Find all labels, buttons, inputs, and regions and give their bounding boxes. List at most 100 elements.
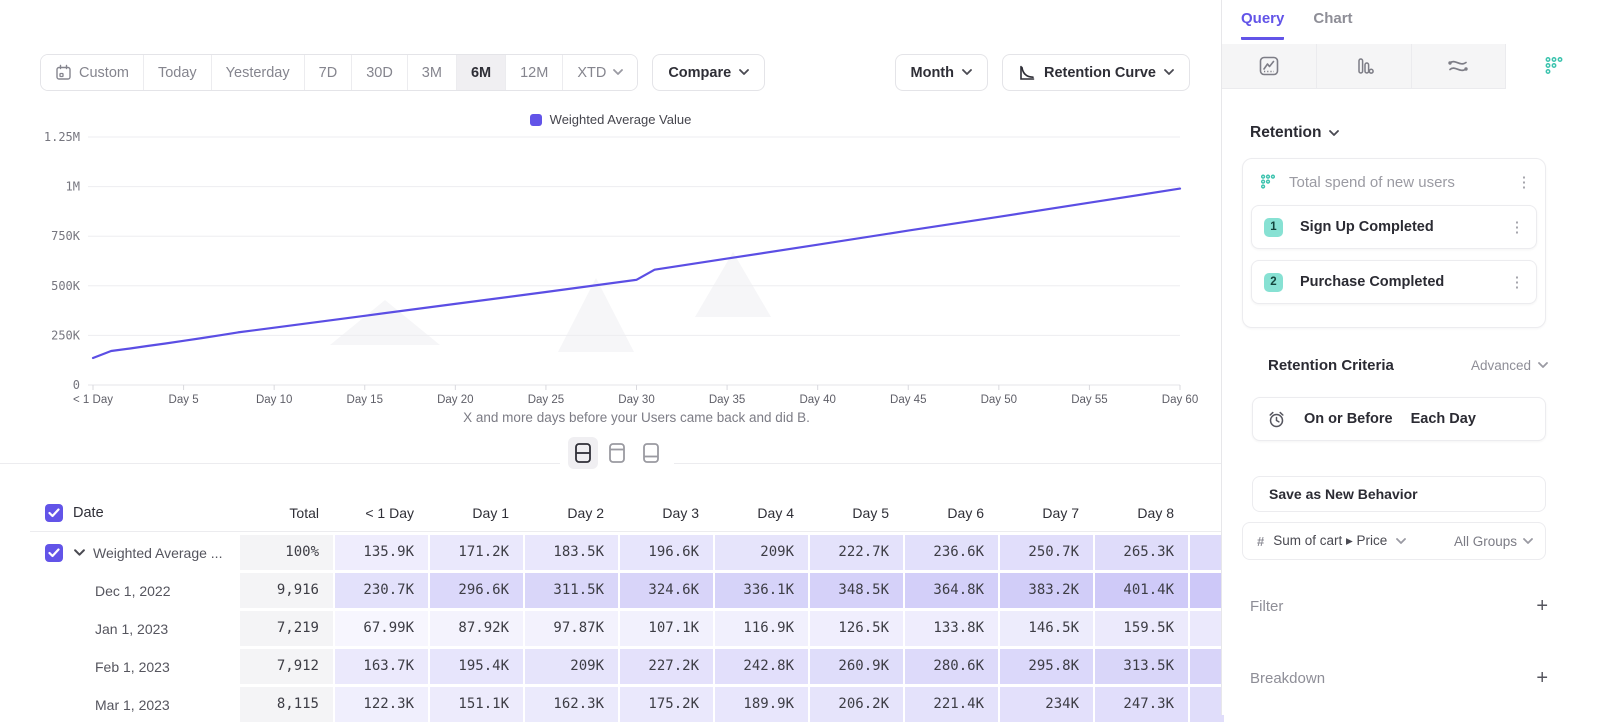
- retention-value-cell[interactable]: 116.9K: [715, 611, 808, 646]
- retention-value-cell[interactable]: 97.87K: [525, 611, 618, 646]
- measure-card[interactable]: # Sum of cart ▸ Price All Groups: [1242, 522, 1546, 560]
- retention-value-cell[interactable]: 196.6K: [620, 535, 713, 570]
- retention-value-cell[interactable]: 9,916: [240, 573, 333, 608]
- retention-value-cell[interactable]: 348.5K: [810, 573, 903, 608]
- tab-chart[interactable]: Chart: [1313, 10, 1352, 40]
- retention-value-cell[interactable]: 247.3K: [1095, 687, 1188, 722]
- retention-value-cell[interactable]: 162.3K: [525, 687, 618, 722]
- retention-value-cell[interactable]: 126.5K: [810, 611, 903, 646]
- date-range-custom[interactable]: Custom: [41, 55, 144, 90]
- retention-value-cell[interactable]: 122.3K: [335, 687, 428, 722]
- behavior-menu-button[interactable]: ⋮: [1515, 175, 1533, 190]
- tab-funnels[interactable]: [1317, 44, 1412, 89]
- retention-value-cell[interactable]: 234K: [1000, 687, 1093, 722]
- row-label-date: Mar 1, 2023: [95, 697, 170, 713]
- retention-value-cell[interactable]: 383.2K: [1000, 573, 1093, 608]
- table-row: Mar 1, 2023 8,115122.3K151.1K162.3K175.2K…: [30, 687, 1221, 722]
- retention-value-cell[interactable]: 295.8K: [1000, 649, 1093, 684]
- chevron-down-icon: [1164, 69, 1174, 76]
- compare-button[interactable]: Compare: [652, 54, 765, 91]
- retention-value-cell[interactable]: 336.1K: [715, 573, 808, 608]
- retention-value-cell[interactable]: 280.6K: [905, 649, 998, 684]
- column-header: Day 1: [430, 496, 523, 531]
- retention-value-cell-partial[interactable]: [1190, 687, 1224, 722]
- retention-value-cell-partial[interactable]: [1190, 535, 1224, 570]
- retention-value-cell-partial[interactable]: [1190, 649, 1224, 684]
- retention-value-cell[interactable]: 183.5K: [525, 535, 618, 570]
- retention-value-cell[interactable]: 107.1K: [620, 611, 713, 646]
- add-breakdown-button[interactable]: +: [1536, 668, 1548, 688]
- add-filter-button[interactable]: +: [1536, 596, 1548, 616]
- chart-view-toggle[interactable]: [602, 437, 632, 469]
- retention-value-cell[interactable]: 87.92K: [430, 611, 523, 646]
- retention-value-cell[interactable]: 133.8K: [905, 611, 998, 646]
- retention-value-cell[interactable]: 311.5K: [525, 573, 618, 608]
- retention-value-cell[interactable]: 67.99K: [335, 611, 428, 646]
- retention-value-cell[interactable]: 7,912: [240, 649, 333, 684]
- date-range-yesterday[interactable]: Yesterday: [212, 55, 305, 90]
- date-range-12m[interactable]: 12M: [506, 55, 563, 90]
- event-menu-button[interactable]: ⋮: [1508, 220, 1526, 235]
- retention-section-header[interactable]: Retention: [1250, 124, 1339, 142]
- retention-value-cell[interactable]: 209K: [715, 535, 808, 570]
- report-panel: CustomTodayYesterday7D30D3M6M12MXTD Comp…: [0, 0, 1221, 715]
- retention-value-cell[interactable]: 189.9K: [715, 687, 808, 722]
- chart-type-button[interactable]: Retention Curve: [1002, 54, 1190, 91]
- column-header: Day 7: [1000, 496, 1093, 531]
- checkbox-checked[interactable]: [45, 544, 63, 562]
- retention-value-cell[interactable]: 8,115: [240, 687, 333, 722]
- retention-value-cell[interactable]: 265.3K: [1095, 535, 1188, 570]
- retention-value-cell[interactable]: 313.5K: [1095, 649, 1188, 684]
- event-menu-button[interactable]: ⋮: [1508, 275, 1526, 290]
- retention-value-cell[interactable]: 195.4K: [430, 649, 523, 684]
- retention-value-cell[interactable]: 206.2K: [810, 687, 903, 722]
- retention-value-cell[interactable]: 7,219: [240, 611, 333, 646]
- retention-value-cell[interactable]: 260.9K: [810, 649, 903, 684]
- retention-value-cell[interactable]: 236.6K: [905, 535, 998, 570]
- retention-value-cell[interactable]: 135.9K: [335, 535, 428, 570]
- date-range-today[interactable]: Today: [144, 55, 212, 90]
- date-range-xtd[interactable]: XTD: [563, 55, 637, 90]
- event-card-purchase-completed[interactable]: 2Purchase Completed⋮: [1251, 260, 1537, 304]
- retention-value-cell[interactable]: 209K: [525, 649, 618, 684]
- retention-value-cell[interactable]: 151.1K: [430, 687, 523, 722]
- retention-value-cell[interactable]: 401.4K: [1095, 573, 1188, 608]
- checkbox-checked[interactable]: [45, 504, 63, 522]
- split-view-toggle[interactable]: [568, 437, 598, 469]
- table-row: Feb 1, 20237,912163.7K195.4K209K227.2K24…: [30, 649, 1221, 684]
- granularity-button[interactable]: Month: [895, 54, 988, 91]
- criteria-mode-dropdown[interactable]: Advanced: [1471, 358, 1548, 373]
- date-range-7d[interactable]: 7D: [305, 55, 353, 90]
- retention-value-cell[interactable]: 222.7K: [810, 535, 903, 570]
- tab-query[interactable]: Query: [1241, 10, 1284, 40]
- retention-value-cell[interactable]: 221.4K: [905, 687, 998, 722]
- event-card-sign-up-completed[interactable]: 1Sign Up Completed⋮: [1251, 205, 1537, 249]
- retention-value-cell[interactable]: 227.2K: [620, 649, 713, 684]
- retention-value-cell-partial[interactable]: [1190, 611, 1224, 646]
- retention-value-cell-partial[interactable]: [1190, 573, 1224, 608]
- retention-value-cell[interactable]: 163.7K: [335, 649, 428, 684]
- tab-retention[interactable]: [1506, 44, 1600, 89]
- tab-flows[interactable]: [1412, 44, 1507, 89]
- retention-value-cell[interactable]: 250.7K: [1000, 535, 1093, 570]
- retention-value-cell[interactable]: 230.7K: [335, 573, 428, 608]
- retention-condition-card[interactable]: On or Before Each Day: [1252, 397, 1546, 441]
- retention-value-cell[interactable]: 159.5K: [1095, 611, 1188, 646]
- tab-insights[interactable]: [1222, 44, 1317, 89]
- retention-value-cell[interactable]: 296.6K: [430, 573, 523, 608]
- retention-value-cell[interactable]: 324.6K: [620, 573, 713, 608]
- date-range-30d[interactable]: 30D: [352, 55, 408, 90]
- breakdown-label: Breakdown: [1250, 670, 1536, 687]
- retention-value-cell[interactable]: 100%: [240, 535, 333, 570]
- date-range-6m[interactable]: 6M: [457, 55, 506, 90]
- retention-value-cell[interactable]: 146.5K: [1000, 611, 1093, 646]
- all-groups-dropdown[interactable]: All Groups: [1454, 534, 1533, 549]
- retention-value-cell[interactable]: 242.8K: [715, 649, 808, 684]
- table-view-toggle[interactable]: [636, 437, 666, 469]
- retention-value-cell[interactable]: 364.8K: [905, 573, 998, 608]
- chevron-down-icon[interactable]: [74, 549, 85, 557]
- retention-value-cell[interactable]: 171.2K: [430, 535, 523, 570]
- save-as-new-behavior-button[interactable]: Save as New Behavior: [1252, 476, 1546, 512]
- retention-value-cell[interactable]: 175.2K: [620, 687, 713, 722]
- date-range-3m[interactable]: 3M: [408, 55, 457, 90]
